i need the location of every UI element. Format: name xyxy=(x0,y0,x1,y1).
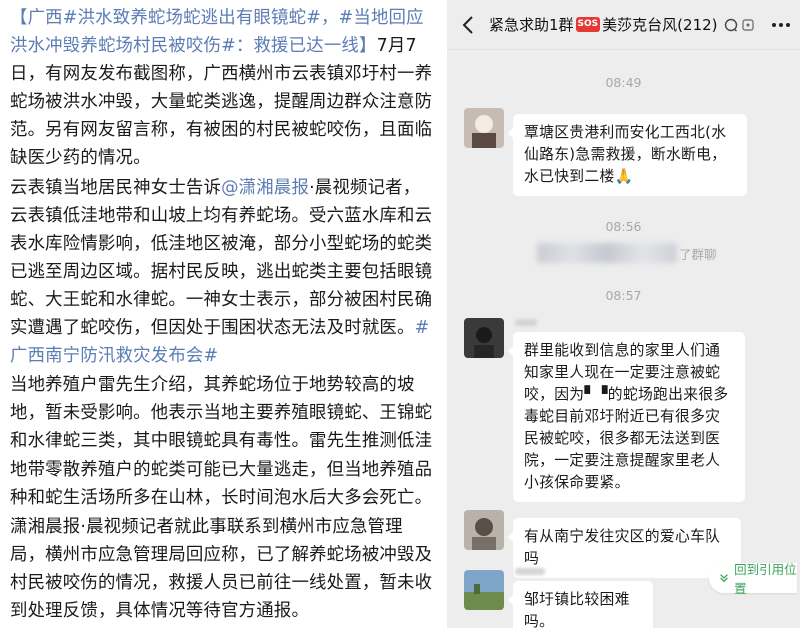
sender-name-blurred xyxy=(515,568,545,575)
blurred-names xyxy=(537,243,677,263)
timestamp: 08:57 xyxy=(605,288,642,303)
message-text: 群里能收到信息的家里人们通知家里人现在一定要注意被蛇咬，因为▘▝的蛇场跑出来很多… xyxy=(524,342,729,491)
article-paragraph-1: 【广西#洪水致养蛇场蛇逃出有眼镜蛇#，#当地回应洪水冲毁养蛇场村民被咬伤#：救援… xyxy=(10,4,437,173)
chat-screenshot: 紧急求助1群 SOS 美莎克台风(212) 08:49 覃塘区贵港利而安化工西北… xyxy=(447,0,800,628)
chat-header: 紧急求助1群 SOS 美莎克台风(212) xyxy=(447,0,800,50)
chat-title-prefix: 紧急求助1群 xyxy=(489,16,574,34)
message-text: 覃塘区贵港利而安化工西北(水仙路东)急需救援，断水断电，水已快到二楼🙏 xyxy=(524,124,727,185)
article-paragraph-2: 云表镇当地居民神女士告诉@潇湘晨报·晨视频记者，云表镇低洼地带和山坡上均有养蛇场… xyxy=(10,174,437,371)
chat-title: 紧急求助1群 SOS 美莎克台风(212) xyxy=(489,14,755,35)
jump-to-quote-label: 回到引用位置 xyxy=(734,562,797,596)
article-paragraph-4: 潇湘晨报·晨视频记者就此事联系到横州市应急管理局，横州市应急管理局回应称，已了解… xyxy=(10,516,433,621)
article-paragraph-2-intro: 云表镇当地居民神女士告诉 xyxy=(10,177,222,198)
sos-badge: SOS xyxy=(575,17,601,32)
timestamp: 08:49 xyxy=(605,75,642,90)
double-chevron-down-icon xyxy=(720,574,728,583)
article-paragraph-2-text: ·晨视频记者，云表镇低洼地带和山坡上均有养蛇场。受六蓝水库和云表水库险情影响，低… xyxy=(10,177,433,339)
message-text: 有从南宁发往灾区的爱心车队吗 xyxy=(524,528,721,567)
back-button[interactable] xyxy=(447,0,489,50)
sender-name-blurred xyxy=(515,319,537,326)
mention-link[interactable]: @潇湘晨报 xyxy=(221,178,309,198)
message-bubble[interactable]: 有从南宁发往灾区的爱心车队吗 xyxy=(508,518,741,578)
timestamp: 08:56 xyxy=(605,219,642,234)
more-options-button[interactable] xyxy=(770,14,792,36)
article-paragraph-3: 当地养殖户雷先生介绍，其养蛇场位于地势较高的坡地，暂未受影响。他表示当地主要养殖… xyxy=(10,375,433,508)
more-icon xyxy=(772,23,790,27)
system-message: 了群聊 xyxy=(537,243,717,263)
message-bubble[interactable]: 邹圩镇比较困难吗。 xyxy=(508,581,653,628)
message-bubble[interactable]: 覃塘区贵港利而安化工西北(水仙路东)急需救援，断水断电，水已快到二楼🙏 xyxy=(508,114,747,196)
group-icon xyxy=(741,18,754,31)
avatar[interactable] xyxy=(464,108,504,148)
article-headline-hashtags[interactable]: 【广西#洪水致养蛇场蛇逃出有眼镜蛇#，#当地回应洪水冲毁养蛇场村民被咬伤#：救援… xyxy=(10,8,424,56)
avatar[interactable] xyxy=(464,510,504,550)
chat-bubble-icon xyxy=(724,18,737,32)
avatar[interactable] xyxy=(464,570,504,610)
avatar[interactable] xyxy=(464,318,504,358)
chevron-left-icon xyxy=(462,15,473,34)
chat-title-suffix: 美莎克台风(212) xyxy=(602,16,718,34)
message-text: 邹圩镇比较困难吗。 xyxy=(524,591,630,628)
news-article: 【广西#洪水致养蛇场蛇逃出有眼镜蛇#，#当地回应洪水冲毁养蛇场村民被咬伤#：救援… xyxy=(0,0,447,628)
system-message-text: 了群聊 xyxy=(679,246,717,262)
jump-to-quote-button[interactable]: 回到引用位置 xyxy=(709,562,797,596)
message-bubble[interactable]: 群里能收到信息的家里人们通知家里人现在一定要注意被蛇咬，因为▘▝的蛇场跑出来很多… xyxy=(508,332,745,502)
